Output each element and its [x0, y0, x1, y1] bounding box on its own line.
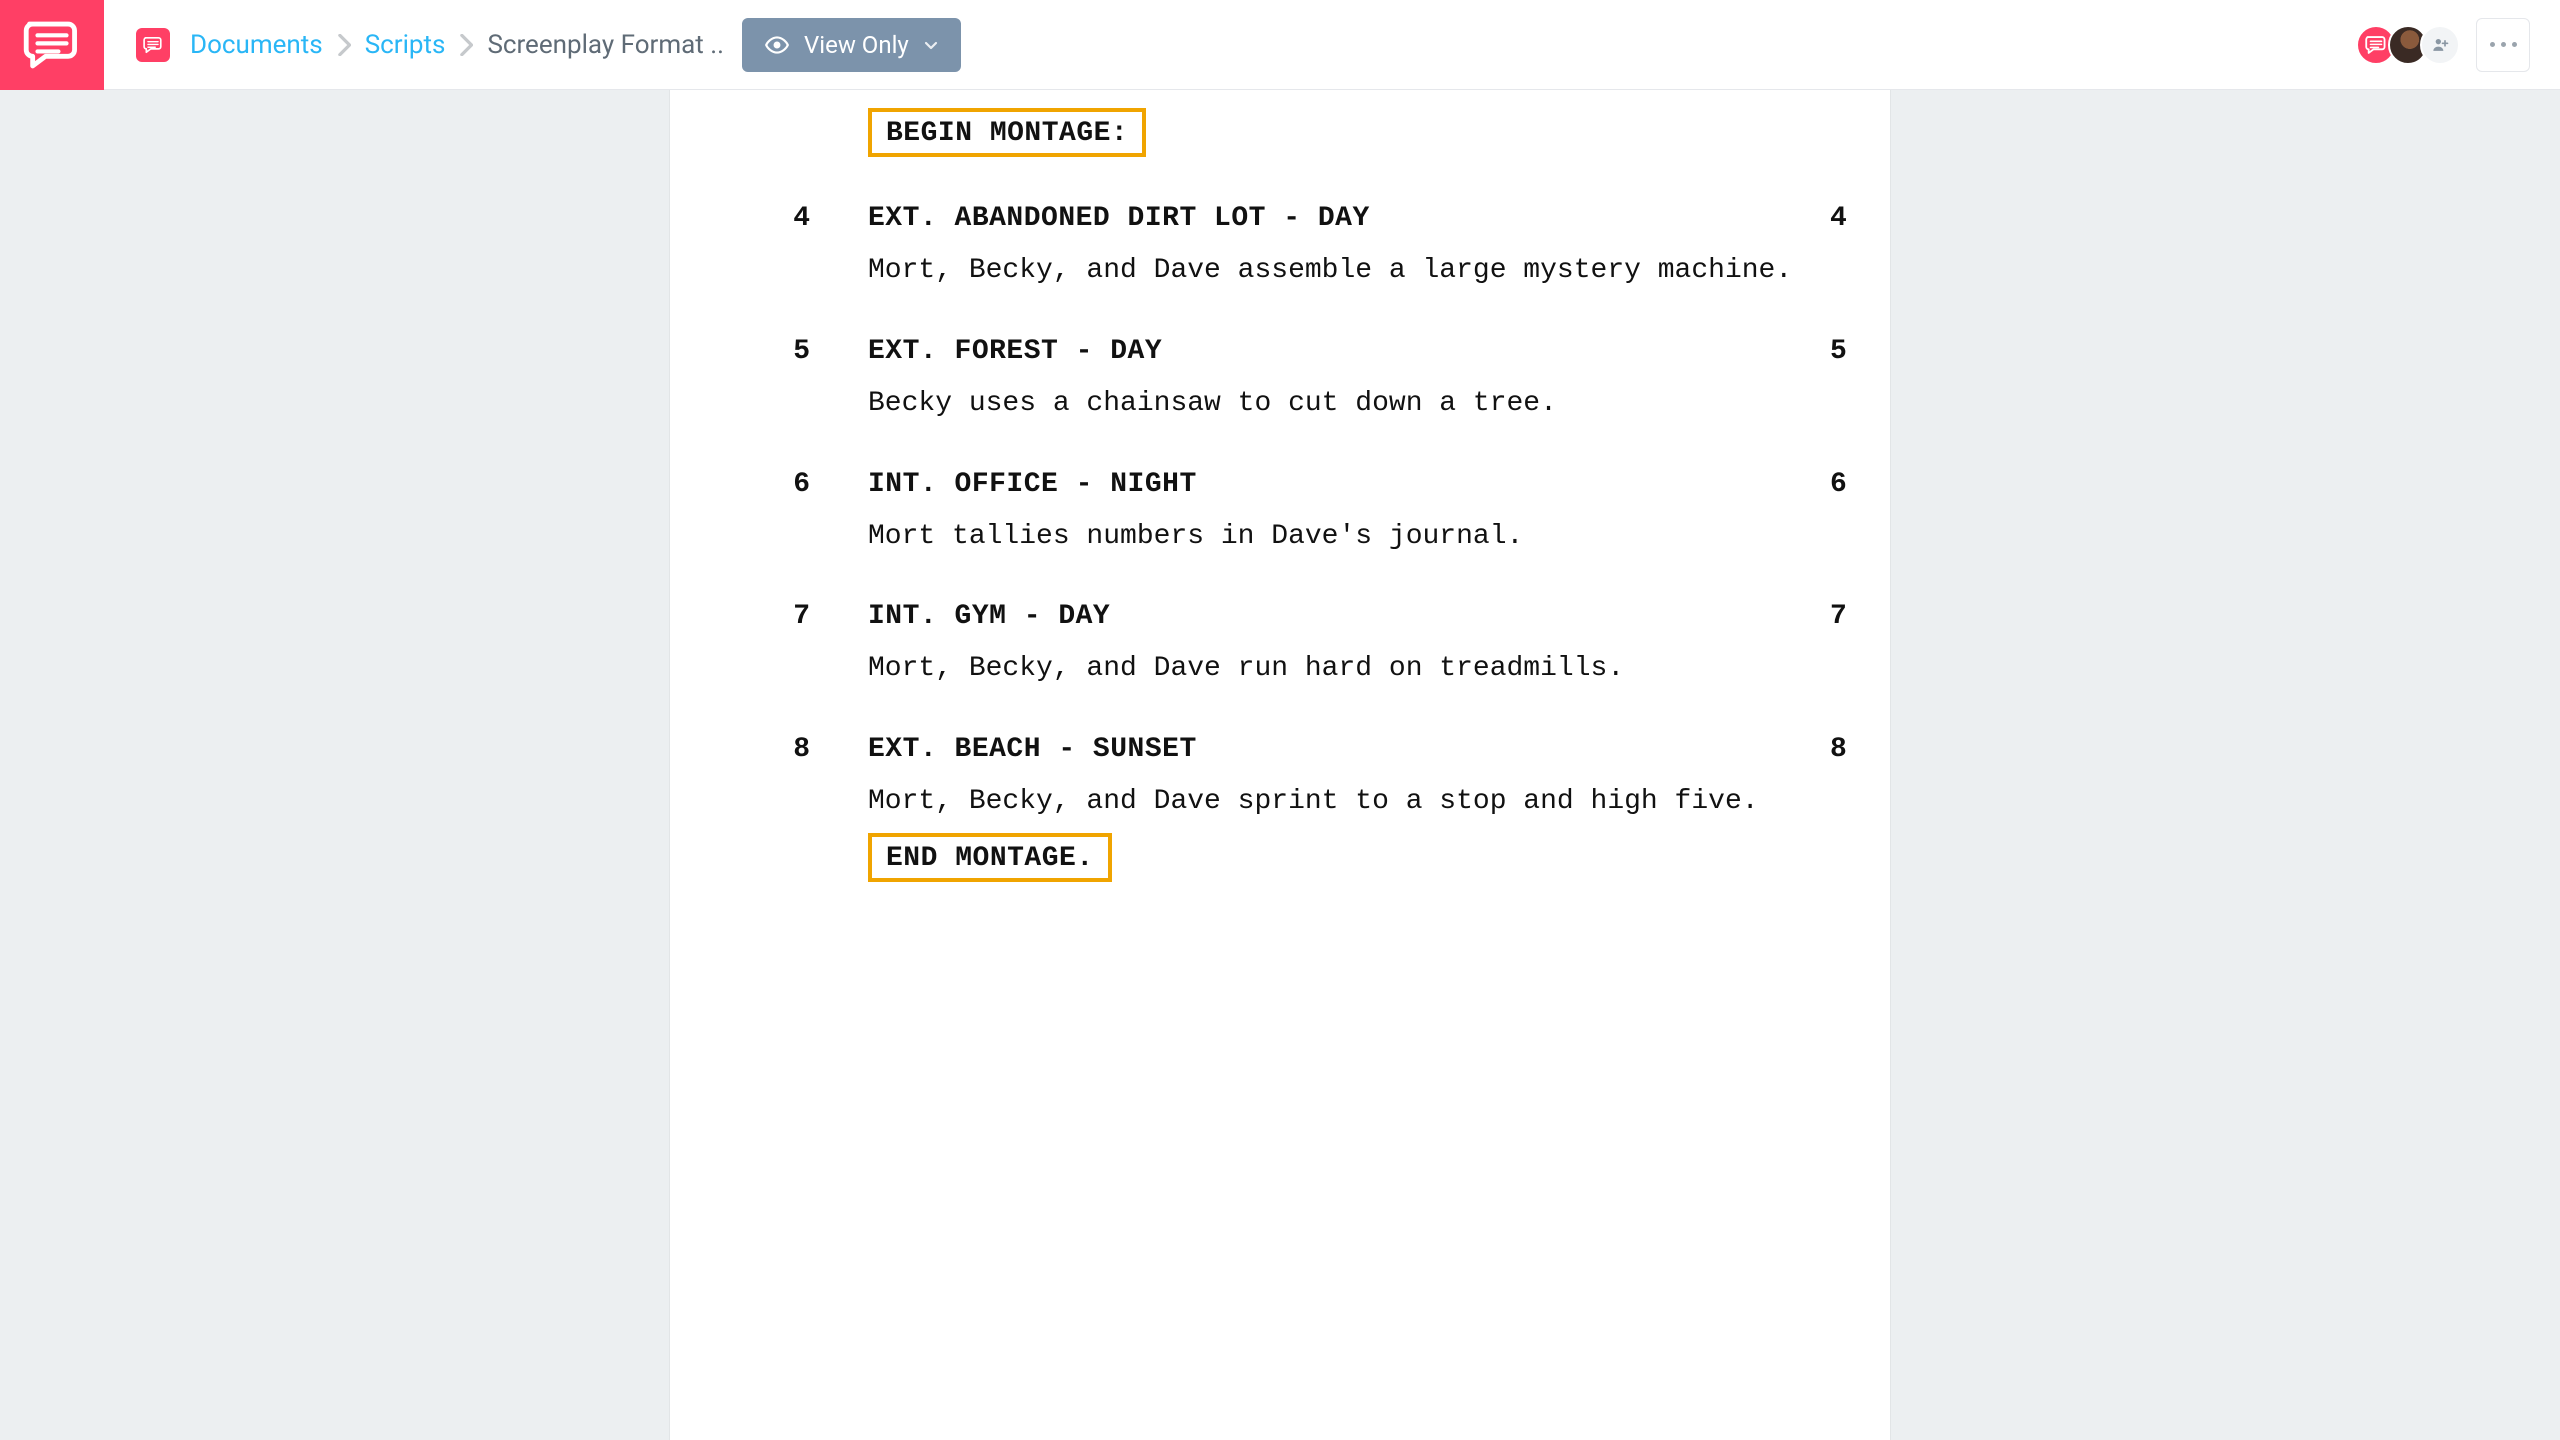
- scene-action: Mort, Becky, and Dave assemble a large m…: [670, 252, 1890, 290]
- scene-number-right: 7: [1800, 601, 1890, 632]
- scene-heading: INT. GYM - DAY: [868, 601, 1800, 632]
- end-montage-marker: END MONTAGE.: [868, 833, 1112, 882]
- eye-icon: [764, 32, 790, 58]
- scene-heading: EXT. BEACH - SUNSET: [868, 734, 1800, 765]
- scene-number-right: 5: [1800, 336, 1890, 367]
- scene-number-right: 4: [1800, 203, 1890, 234]
- app-logo[interactable]: [0, 0, 104, 90]
- scene-number-right: 8: [1800, 734, 1890, 765]
- scene-number-right: 6: [1800, 469, 1890, 500]
- view-mode-dropdown[interactable]: View Only: [742, 18, 961, 72]
- breadcrumb: Documents Scripts Screenplay Format ..: [190, 30, 724, 60]
- workspace: BEGIN MONTAGE: 4 EXT. ABANDONED DIRT LOT…: [0, 90, 2560, 1440]
- scene-heading: INT. OFFICE - NIGHT: [868, 469, 1800, 500]
- chevron-down-icon: [923, 37, 939, 53]
- scene-action: Mort, Becky, and Dave sprint to a stop a…: [670, 783, 1890, 821]
- scene-block: 7 INT. GYM - DAY 7 Mort, Becky, and Dave…: [670, 601, 1890, 688]
- project-icon[interactable]: [136, 28, 170, 62]
- scene-heading: EXT. ABANDONED DIRT LOT - DAY: [868, 203, 1800, 234]
- begin-montage-marker: BEGIN MONTAGE:: [868, 108, 1146, 157]
- breadcrumb-link-documents[interactable]: Documents: [190, 30, 323, 60]
- scene-block: 5 EXT. FOREST - DAY 5 Becky uses a chain…: [670, 336, 1890, 423]
- scene-number-left: 6: [670, 469, 868, 500]
- scene-block: 8 EXT. BEACH - SUNSET 8 Mort, Becky, and…: [670, 734, 1890, 821]
- scene-action: Mort tallies numbers in Dave's journal.: [670, 518, 1890, 556]
- scene-heading: EXT. FOREST - DAY: [868, 336, 1800, 367]
- scene-block: 4 EXT. ABANDONED DIRT LOT - DAY 4 Mort, …: [670, 203, 1890, 290]
- breadcrumb-current: Screenplay Format ..: [487, 30, 724, 60]
- top-bar: Documents Scripts Screenplay Format .. V…: [0, 0, 2560, 90]
- scene-block: 6 INT. OFFICE - NIGHT 6 Mort tallies num…: [670, 469, 1890, 556]
- scene-action: Mort, Becky, and Dave run hard on treadm…: [670, 650, 1890, 688]
- chevron-right-icon: [337, 34, 351, 56]
- invite-user-button[interactable]: [2420, 25, 2460, 65]
- scene-number-left: 5: [670, 336, 868, 367]
- view-mode-label: View Only: [804, 31, 909, 59]
- breadcrumb-link-scripts[interactable]: Scripts: [365, 30, 446, 60]
- scene-number-left: 7: [670, 601, 868, 632]
- scene-number-left: 4: [670, 203, 868, 234]
- collaborator-avatars: [2364, 25, 2460, 65]
- script-page: BEGIN MONTAGE: 4 EXT. ABANDONED DIRT LOT…: [670, 90, 1890, 1440]
- scene-action: Becky uses a chainsaw to cut down a tree…: [670, 385, 1890, 423]
- scene-number-left: 8: [670, 734, 868, 765]
- chevron-right-icon: [459, 34, 473, 56]
- more-menu-button[interactable]: [2476, 18, 2530, 72]
